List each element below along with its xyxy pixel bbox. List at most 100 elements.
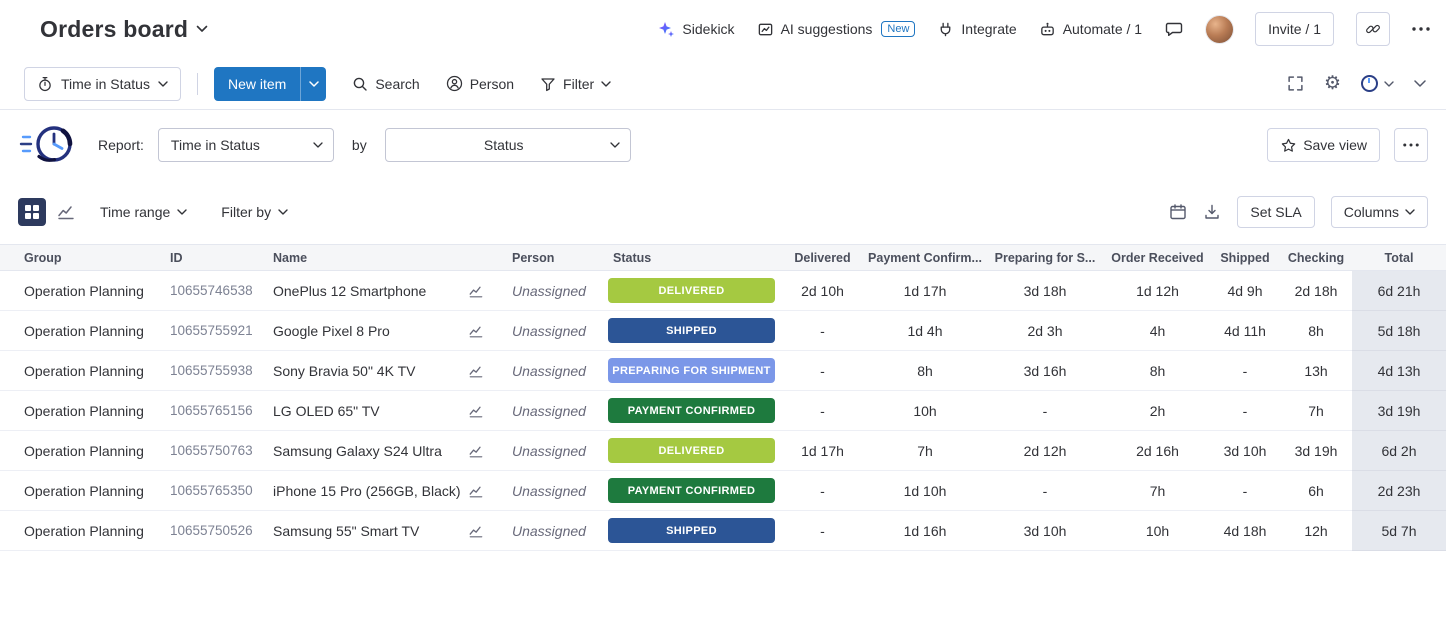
status-badge[interactable]: SHIPPED: [608, 518, 775, 543]
table-row[interactable]: Operation Planning 10655755921 Google Pi…: [0, 311, 1446, 351]
status-badge[interactable]: PAYMENT CONFIRMED: [608, 478, 775, 503]
column-header-status[interactable]: Status: [600, 245, 780, 270]
cell-status[interactable]: PREPARING FOR SHIPMENT: [600, 351, 780, 391]
cell-status[interactable]: SHIPPED: [600, 311, 780, 351]
columns-dropdown[interactable]: Columns: [1331, 196, 1428, 228]
export-button[interactable]: [1203, 203, 1221, 221]
cell-person[interactable]: Unassigned: [500, 391, 600, 431]
item-chart-icon[interactable]: [468, 363, 484, 379]
cell-person[interactable]: Unassigned: [500, 351, 600, 391]
cell-person[interactable]: Unassigned: [500, 311, 600, 351]
cell-status[interactable]: SHIPPED: [600, 511, 780, 551]
table-row[interactable]: Operation Planning 10655755938 Sony Brav…: [0, 351, 1446, 391]
board-title-wrap[interactable]: Orders board: [40, 16, 208, 43]
cell-name: OnePlus 12 Smartphone: [265, 271, 500, 311]
person-filter-button[interactable]: Person: [446, 75, 514, 92]
item-name[interactable]: iPhone 15 Pro (256GB, Black): [273, 483, 461, 499]
chart-view-button[interactable]: [52, 198, 80, 226]
cell-person[interactable]: Unassigned: [500, 511, 600, 551]
new-badge: New: [881, 21, 915, 37]
fullscreen-button[interactable]: [1287, 75, 1304, 92]
settings-button[interactable]: ⚙: [1324, 74, 1341, 93]
item-chart-icon[interactable]: [468, 443, 484, 459]
item-chart-icon[interactable]: [468, 523, 484, 539]
cell-status[interactable]: DELIVERED: [600, 431, 780, 471]
more-options-button[interactable]: [1412, 27, 1430, 31]
collapse-header-button[interactable]: [1414, 80, 1426, 87]
item-chart-icon[interactable]: [468, 483, 484, 499]
column-header-group[interactable]: Group: [0, 245, 160, 270]
cell-status[interactable]: PAYMENT CONFIRMED: [600, 471, 780, 511]
invite-button[interactable]: Invite / 1: [1255, 12, 1334, 46]
status-badge[interactable]: DELIVERED: [608, 438, 775, 463]
item-chart-icon[interactable]: [468, 323, 484, 339]
report-more-button[interactable]: [1394, 128, 1428, 162]
ai-suggestions-button[interactable]: AI suggestions New: [757, 21, 916, 38]
search-button[interactable]: Search: [352, 76, 419, 92]
table-row[interactable]: Operation Planning 10655746538 OnePlus 1…: [0, 271, 1446, 311]
new-item-button[interactable]: New item: [214, 67, 300, 101]
table-row[interactable]: Operation Planning 10655750526 Samsung 5…: [0, 511, 1446, 551]
report-type-select[interactable]: Time in Status: [158, 128, 334, 162]
link-icon: [1365, 21, 1381, 37]
share-link-button[interactable]: [1356, 12, 1390, 46]
user-avatar[interactable]: [1206, 16, 1233, 43]
item-name[interactable]: OnePlus 12 Smartphone: [273, 283, 426, 299]
cell-name: Samsung 55" Smart TV: [265, 511, 500, 551]
filter-dropdown[interactable]: Filter: [540, 76, 611, 92]
board-toolbar: Time in Status New item Search: [0, 58, 1446, 110]
column-header-person[interactable]: Person: [500, 245, 600, 270]
column-header-checking[interactable]: Checking: [1280, 245, 1352, 270]
column-header-id[interactable]: ID: [160, 245, 265, 270]
app-views-dropdown[interactable]: [1361, 75, 1394, 92]
cell-checking: 3d 19h: [1280, 431, 1352, 471]
column-header-total[interactable]: Total: [1352, 245, 1446, 270]
table-row[interactable]: Operation Planning 10655765156 LG OLED 6…: [0, 391, 1446, 431]
integrate-button[interactable]: Integrate: [937, 21, 1016, 38]
status-badge[interactable]: PAYMENT CONFIRMED: [608, 398, 775, 423]
time-range-dropdown[interactable]: Time range: [100, 204, 187, 220]
chat-button[interactable]: [1164, 19, 1184, 39]
cell-person[interactable]: Unassigned: [500, 471, 600, 511]
status-badge[interactable]: SHIPPED: [608, 318, 775, 343]
cell-status[interactable]: DELIVERED: [600, 271, 780, 311]
item-chart-icon[interactable]: [468, 283, 484, 299]
cell-group: Operation Planning: [0, 431, 160, 471]
column-header-order-received[interactable]: Order Received: [1105, 245, 1210, 270]
status-badge[interactable]: DELIVERED: [608, 278, 775, 303]
chevron-down-icon: [1384, 81, 1394, 87]
filter-by-dropdown[interactable]: Filter by: [221, 204, 288, 220]
item-name[interactable]: Samsung 55" Smart TV: [273, 523, 419, 539]
calendar-button[interactable]: [1169, 203, 1187, 221]
chevron-down-icon: [278, 209, 288, 215]
cell-payment-confirmed: 1d 4h: [865, 311, 985, 351]
set-sla-button[interactable]: Set SLA: [1237, 196, 1314, 228]
board-title-chevron-icon[interactable]: [196, 25, 208, 33]
status-badge[interactable]: PREPARING FOR SHIPMENT: [608, 358, 775, 383]
column-header-name[interactable]: Name: [265, 245, 500, 270]
column-header-payment-confirmed[interactable]: Payment Confirm...: [865, 245, 985, 270]
new-item-dropdown-button[interactable]: [300, 67, 326, 101]
save-view-button[interactable]: Save view: [1267, 128, 1380, 162]
view-selector-dropdown[interactable]: Time in Status: [24, 67, 181, 101]
cell-name: LG OLED 65" TV: [265, 391, 500, 431]
item-chart-icon[interactable]: [468, 403, 484, 419]
item-name[interactable]: Google Pixel 8 Pro: [273, 323, 390, 339]
item-name[interactable]: Samsung Galaxy S24 Ultra: [273, 443, 442, 459]
report-group-by-select[interactable]: Status: [385, 128, 631, 162]
column-header-delivered[interactable]: Delivered: [780, 245, 865, 270]
cell-total: 6d 21h: [1352, 271, 1446, 311]
item-name[interactable]: Sony Bravia 50" 4K TV: [273, 363, 415, 379]
sidekick-button[interactable]: Sidekick: [657, 20, 734, 38]
column-header-shipped[interactable]: Shipped: [1210, 245, 1280, 270]
table-row[interactable]: Operation Planning 10655765350 iPhone 15…: [0, 471, 1446, 511]
cell-person[interactable]: Unassigned: [500, 271, 600, 311]
table-row[interactable]: Operation Planning 10655750763 Samsung G…: [0, 431, 1446, 471]
cell-person[interactable]: Unassigned: [500, 431, 600, 471]
grid-view-button[interactable]: [18, 198, 46, 226]
cell-shipped: -: [1210, 351, 1280, 391]
automate-button[interactable]: Automate / 1: [1039, 21, 1142, 38]
item-name[interactable]: LG OLED 65" TV: [273, 403, 380, 419]
cell-status[interactable]: PAYMENT CONFIRMED: [600, 391, 780, 431]
column-header-preparing[interactable]: Preparing for S...: [985, 245, 1105, 270]
